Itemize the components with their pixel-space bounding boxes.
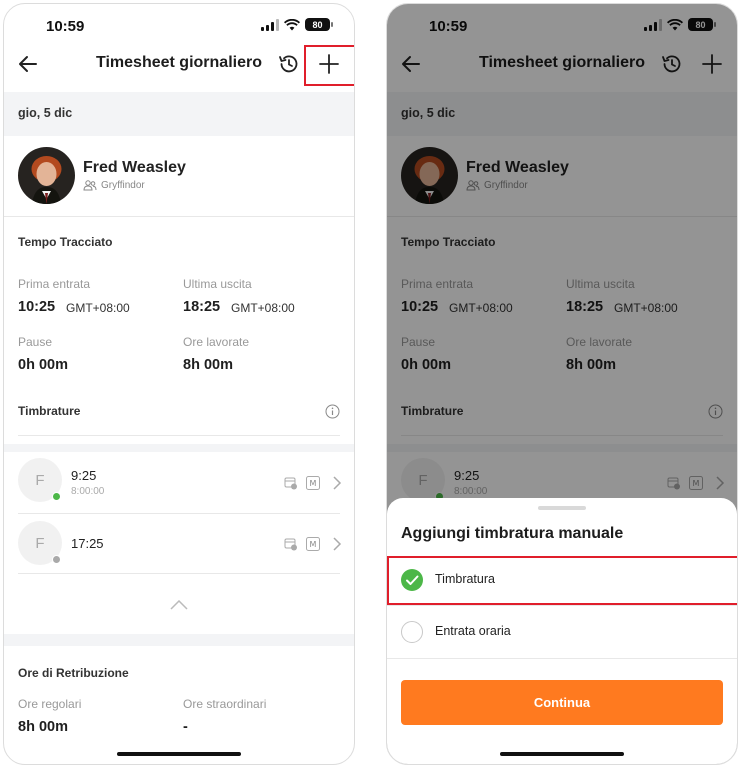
date-label: gio, 5 dic: [18, 106, 73, 120]
punch-duration: 8:00:00: [71, 486, 105, 497]
manual-badge-label: M: [310, 540, 317, 549]
punches-title: Timbrature: [18, 404, 81, 418]
regular-hours-value: 8h 00m: [18, 719, 68, 735]
chevron-right-icon[interactable]: [332, 537, 342, 551]
divider: [18, 573, 340, 574]
last-out-label: Ultima uscita: [183, 277, 252, 291]
page-title: Timesheet giornaliero: [96, 54, 262, 71]
option-label: Entrata oraria: [435, 624, 511, 638]
option-entrata-oraria[interactable]: Entrata oraria: [387, 608, 737, 658]
divider: [4, 216, 354, 217]
wifi-icon: [284, 18, 300, 30]
team-icon: [83, 180, 97, 191]
phone-screen-left: 10:59 80 Timesheet giornaliero gio, 5 di…: [3, 3, 355, 765]
section-separator: [4, 634, 354, 646]
signal-icon: [261, 18, 279, 31]
first-in-time: 10:25: [18, 299, 56, 315]
status-time: 10:59: [46, 18, 85, 35]
battery-icon: 80: [305, 18, 333, 31]
date-band: gio, 5 dic: [4, 92, 354, 136]
punch-time: 17:25: [71, 536, 104, 551]
calendar-clock-icon: [284, 538, 297, 551]
status-icons: 80: [261, 18, 333, 31]
user-name: Fred Weasley: [83, 159, 186, 176]
option-highlight: [387, 556, 737, 605]
manual-badge-label: M: [310, 479, 317, 488]
phone-screen-right: 10:59 80 Timesheet giornaliero gio, 5 di…: [386, 3, 738, 765]
first-in-label: Prima entrata: [18, 277, 91, 291]
pay-title: Ore di Retribuzione: [18, 666, 129, 680]
info-icon[interactable]: [325, 404, 340, 419]
calendar-clock-icon: [284, 477, 297, 490]
first-in-timezone: GMT+08:00: [66, 301, 130, 315]
home-indicator[interactable]: [500, 752, 624, 756]
add-button-highlight: [304, 45, 354, 86]
worked-value: 8h 00m: [183, 357, 233, 373]
user-team-label: Gryffindor: [101, 180, 145, 191]
divider: [18, 435, 340, 436]
continue-button[interactable]: Continua: [401, 680, 723, 725]
sheet-title: Aggiungi timbratura manuale: [401, 525, 624, 542]
last-out-timezone: GMT+08:00: [231, 301, 295, 315]
status-dot-green: [52, 492, 61, 501]
section-separator: [4, 444, 354, 452]
chevron-right-icon[interactable]: [332, 476, 342, 490]
divider: [387, 658, 737, 659]
overtime-value: -: [183, 719, 188, 735]
worked-label: Ore lavorate: [183, 335, 250, 349]
regular-hours-label: Ore regolari: [18, 697, 82, 711]
chevron-up-icon[interactable]: [170, 600, 188, 610]
last-out-time: 18:25: [183, 299, 221, 315]
user-team: Gryffindor: [83, 180, 145, 191]
history-icon[interactable]: [277, 52, 301, 76]
breaks-label: Pause: [18, 335, 53, 349]
bottom-sheet: Aggiungi timbratura manuale Timbratura E…: [387, 498, 737, 764]
tracked-title: Tempo Tracciato: [18, 235, 113, 249]
punch-time: 9:25: [71, 468, 97, 483]
divider: [18, 513, 340, 514]
overtime-label: Ore straordinari: [183, 697, 267, 711]
manual-badge-icon: M: [306, 537, 320, 551]
sheet-drag-handle[interactable]: [538, 506, 586, 510]
manual-badge-icon: M: [306, 476, 320, 490]
radio-empty-icon: [401, 621, 423, 643]
status-dot-grey: [52, 555, 61, 564]
breaks-value: 0h 00m: [18, 357, 68, 373]
avatar: [18, 147, 75, 204]
home-indicator[interactable]: [117, 752, 241, 756]
divider: [387, 605, 737, 606]
